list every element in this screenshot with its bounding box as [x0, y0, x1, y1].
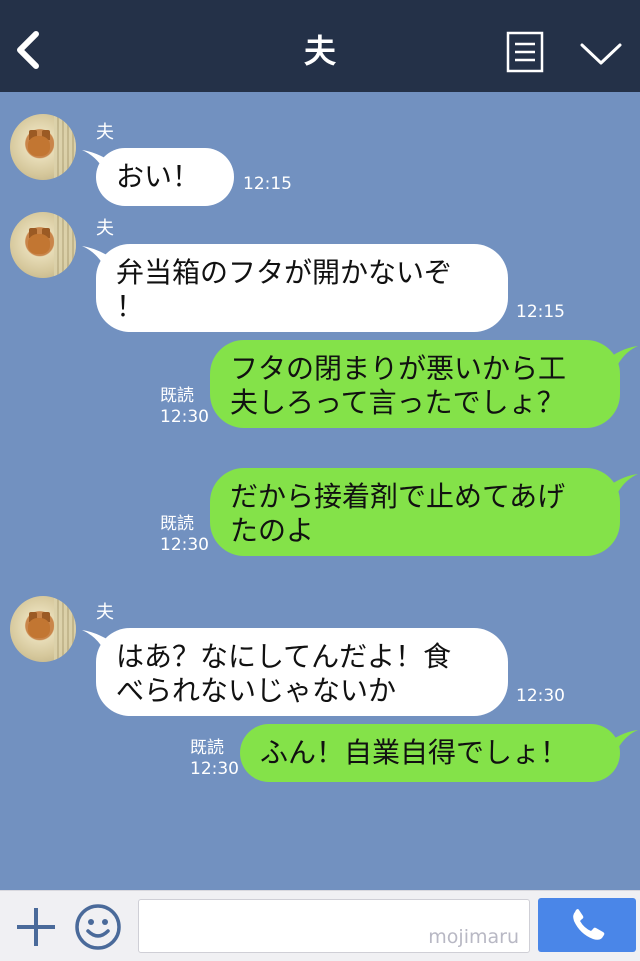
sender-name: 夫	[96, 122, 114, 143]
message-bubble[interactable]: だから接着剤で止めてあげ たのよ	[210, 468, 620, 556]
message-line: 夫しろって言ったでしょ？	[230, 386, 565, 419]
message-bubble[interactable]: ふん！自業自得でしょ！	[240, 724, 620, 782]
plus-button[interactable]	[14, 905, 58, 949]
message-time: 12:30	[160, 535, 209, 555]
message-bubble[interactable]: フタの閉まりが悪いから工 夫しろって言ったでしょ？	[210, 340, 620, 428]
message-line: たのよ	[230, 514, 315, 547]
read-status: 既読 12:30	[160, 386, 209, 428]
message-line: はあ？なにしてんだよ！食	[116, 640, 452, 673]
bubble-tail	[606, 346, 638, 368]
smile-icon	[75, 904, 121, 950]
read-status: 既読 12:30	[160, 514, 209, 556]
message-time: 12:30	[160, 407, 209, 427]
chat-title: 夫	[303, 32, 336, 70]
message-line: ふん！自業自得でしょ！	[260, 736, 569, 769]
collapse-button[interactable]	[578, 36, 624, 70]
menu-button[interactable]	[506, 31, 544, 73]
bubble-tail	[606, 730, 638, 752]
message-time: 12:15	[243, 174, 292, 194]
message-time: 12:30	[190, 759, 239, 779]
menu-icon	[506, 31, 544, 73]
message-time: 12:30	[516, 686, 565, 706]
chevron-down-icon	[580, 43, 622, 65]
message-line: べられないじゃないか	[116, 674, 397, 707]
message-line: ！	[116, 290, 145, 323]
message-time: 12:15	[516, 302, 565, 322]
message-line: 弁当箱のフタが開かないぞ	[116, 256, 453, 289]
message-line: フタの閉まりが悪いから工	[230, 352, 567, 385]
call-button[interactable]	[538, 898, 636, 952]
message-bubble[interactable]: おい！	[96, 148, 234, 206]
input-bar: mojimaru	[0, 890, 640, 961]
message-line: おい！	[116, 160, 201, 193]
plus-icon	[17, 908, 55, 946]
read-status: 既読 12:30	[190, 738, 239, 780]
bubble-tail	[606, 474, 638, 496]
avatar[interactable]	[10, 114, 76, 180]
sticker-button[interactable]	[74, 903, 122, 951]
read-label: 既読	[160, 514, 194, 534]
read-label: 既読	[190, 738, 224, 758]
phone-icon	[573, 909, 605, 940]
read-label: 既読	[160, 386, 194, 406]
sender-name: 夫	[96, 218, 114, 239]
message-bubble[interactable]: 弁当箱のフタが開かないぞ ！	[96, 244, 508, 332]
avatar[interactable]	[10, 596, 76, 662]
watermark-text: mojimaru	[428, 926, 519, 948]
chat-area[interactable]: 夫 おい！ 12:15 夫 弁当箱のフタが開かないぞ ！ 12:15 既読 12…	[0, 92, 640, 890]
chat-header: 夫	[0, 0, 640, 92]
sender-name: 夫	[96, 602, 114, 623]
message-bubble[interactable]: はあ？なにしてんだよ！食 べられないじゃないか	[96, 628, 508, 716]
message-line: だから接着剤で止めてあげ	[230, 480, 566, 513]
avatar[interactable]	[10, 212, 76, 278]
message-input[interactable]: mojimaru	[138, 899, 530, 953]
